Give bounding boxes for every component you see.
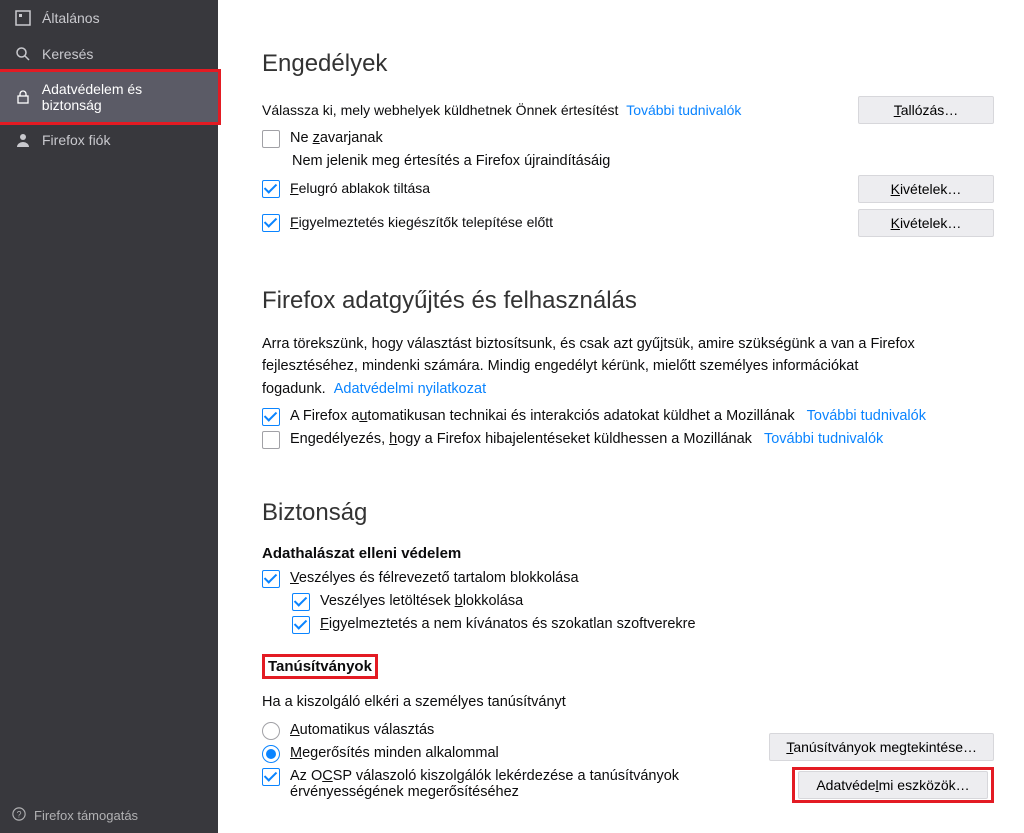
person-icon xyxy=(14,131,32,149)
telemetry-learn-more-link[interactable]: További tudnivalók xyxy=(807,408,926,424)
sidebar-support-label: Firefox támogatás xyxy=(34,808,138,823)
block-downloads-label: Veszélyes letöltések blokkolása xyxy=(320,593,523,609)
sidebar-item-label: Firefox fiók xyxy=(42,132,110,148)
security-devices-button[interactable]: Adatvédelmi eszközök… xyxy=(798,771,988,799)
warn-unwanted-label: Figyelmeztetés a nem kívánatos és szokat… xyxy=(320,616,696,632)
cert-ask-label: Megerősítés minden alkalommal xyxy=(290,745,499,761)
ocsp-checkbox[interactable] xyxy=(262,768,280,786)
sidebar-item-account[interactable]: Firefox fiók xyxy=(0,122,218,158)
general-icon xyxy=(14,9,32,27)
sidebar-item-general[interactable]: Általános xyxy=(0,0,218,36)
help-icon: ? xyxy=(12,807,26,824)
exceptions-button-popup[interactable]: Kivételek… xyxy=(858,175,994,203)
sidebar-support-link[interactable]: ? Firefox támogatás xyxy=(0,798,218,833)
addon-warn-checkbox[interactable] xyxy=(262,214,280,232)
privacy-notice-link[interactable]: Adatvédelmi nyilatkozat xyxy=(334,381,486,397)
warn-unwanted-checkbox[interactable] xyxy=(292,616,310,634)
popup-label: Felugró ablakok tiltása xyxy=(290,180,430,196)
telemetry-checkbox[interactable] xyxy=(262,408,280,426)
certs-desc: Ha a kiszolgáló elkéri a személyes tanús… xyxy=(262,691,769,713)
phishing-header: Adathalászat elleni védelem xyxy=(262,545,994,562)
ocsp-label: Az OCSP válaszoló kiszolgálók lekérdezés… xyxy=(290,768,769,800)
permissions-learn-more-link[interactable]: További tudnivalók xyxy=(626,102,741,118)
crash-report-checkbox[interactable] xyxy=(262,431,280,449)
sidebar-item-privacy[interactable]: Adatvédelem és biztonság xyxy=(0,72,218,122)
cert-auto-label: Automatikus választás xyxy=(290,722,434,738)
sidebar-item-label: Keresés xyxy=(42,46,93,62)
data-collection-title: Firefox adatgyűjtés és felhasználás xyxy=(262,287,994,315)
crash-report-label: Engedélyezés, hogy a Firefox hibajelenté… xyxy=(290,431,883,447)
svg-text:?: ? xyxy=(17,810,22,820)
certs-header: Tanúsítványok xyxy=(262,654,378,679)
sidebar: Általános Keresés Adatvédelem és biztons… xyxy=(0,0,218,833)
sidebar-item-search[interactable]: Keresés xyxy=(0,36,218,72)
addon-warn-label: Figyelmeztetés kiegészítők telepítése el… xyxy=(290,214,553,230)
content-area: Engedélyek Válassza ki, mely webhelyek k… xyxy=(218,0,1024,833)
security-title: Biztonság xyxy=(262,499,994,527)
dnd-checkbox[interactable] xyxy=(262,130,280,148)
crash-learn-more-link[interactable]: További tudnivalók xyxy=(764,431,883,447)
search-icon xyxy=(14,45,32,63)
block-dangerous-checkbox[interactable] xyxy=(262,570,280,588)
block-downloads-checkbox[interactable] xyxy=(292,593,310,611)
sidebar-item-label: Adatvédelem és biztonság xyxy=(42,81,204,113)
permissions-notify-desc: Válassza ki, mely webhelyek küldhetnek Ö… xyxy=(262,102,618,118)
dnd-sub: Nem jelenik meg értesítés a Firefox újra… xyxy=(292,153,994,169)
browse-button[interactable]: Tallózás… xyxy=(858,96,994,124)
dnd-label: Ne zavarjanak xyxy=(290,130,383,146)
cert-ask-radio[interactable] xyxy=(262,745,280,763)
cert-auto-radio[interactable] xyxy=(262,722,280,740)
exceptions-button-addon[interactable]: Kivételek… xyxy=(858,209,994,237)
permissions-title: Engedélyek xyxy=(262,50,994,78)
lock-icon xyxy=(14,88,32,106)
block-dangerous-label: Veszélyes és félrevezető tartalom blokko… xyxy=(290,570,579,586)
view-certs-button[interactable]: Tanúsítványok megtekintése… xyxy=(769,733,994,761)
sidebar-item-label: Általános xyxy=(42,10,100,26)
popup-checkbox[interactable] xyxy=(262,180,280,198)
telemetry-label: A Firefox automatikusan technikai és int… xyxy=(290,408,926,424)
data-collection-desc: Arra törekszünk, hogy választást biztosí… xyxy=(262,333,994,400)
